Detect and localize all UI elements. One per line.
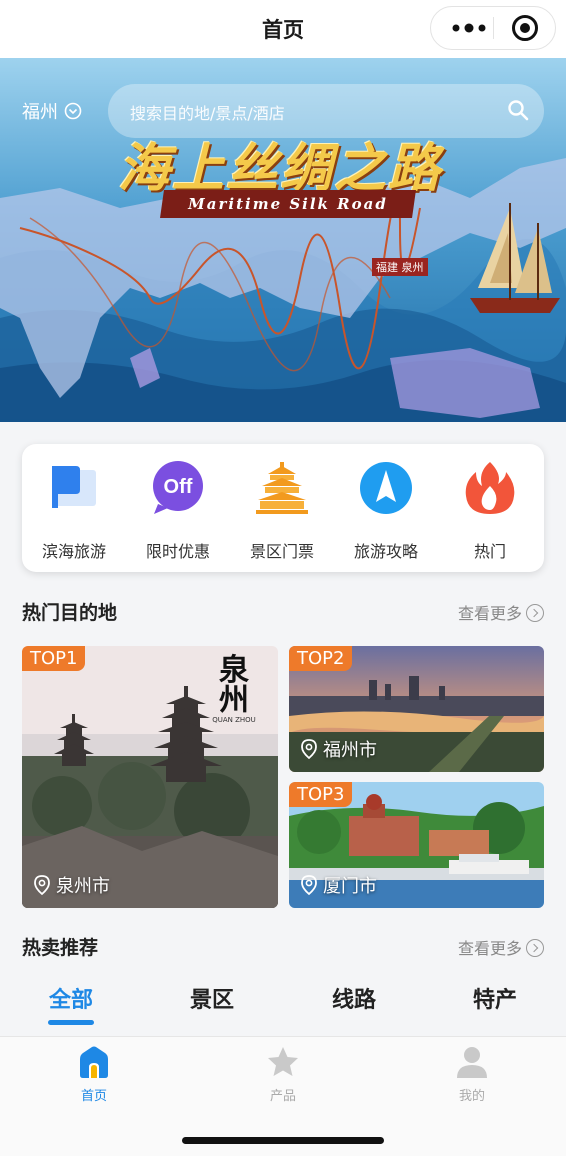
- tab-scenic[interactable]: 景区: [162, 982, 262, 1014]
- location-icon: [64, 102, 82, 120]
- view-more-label: 查看更多: [457, 604, 522, 623]
- city-name: 福州: [22, 102, 58, 123]
- more-icon[interactable]: [447, 13, 491, 43]
- tabbar-item-profile[interactable]: 我的: [412, 1045, 532, 1104]
- menu-label: 热门: [473, 542, 506, 561]
- map-location-tag: 福建 泉州: [372, 258, 428, 276]
- menu-label: 旅游攻略: [353, 542, 418, 561]
- chevron-right-icon: [526, 604, 544, 622]
- location-pin-icon: [34, 875, 50, 896]
- category-tabs: 全部 景区 线路 特产: [0, 978, 566, 1028]
- destination-card-quanzhou[interactable]: 泉州 QUAN ZHOU TOP1 泉州市: [22, 646, 278, 908]
- logo-subtext: QUAN ZHOU: [212, 716, 256, 724]
- svg-text:Off: Off: [164, 476, 193, 498]
- hot-sale-header: 热卖推荐 查看更多: [22, 933, 544, 961]
- capsule-divider: [493, 17, 494, 39]
- destination-card-fuzhou[interactable]: TOP2 福州市: [289, 646, 544, 772]
- search-placeholder: 搜索目的地/景点/酒店: [130, 104, 285, 123]
- location-pin-icon: [301, 739, 317, 760]
- view-more-label: 查看更多: [457, 939, 522, 958]
- menu-label: 景区门票: [249, 542, 314, 561]
- menu-item-travel-guide[interactable]: 旅游攻略: [334, 460, 438, 562]
- location-pin-icon: [301, 875, 317, 896]
- destination-card-xiamen[interactable]: TOP3 厦门市: [289, 782, 544, 908]
- flame-icon: [465, 462, 515, 514]
- active-tab-indicator: [48, 1020, 94, 1025]
- rank-badge: TOP2: [289, 646, 353, 671]
- temple-icon: [256, 462, 308, 514]
- destination-label: 厦门市: [301, 872, 377, 898]
- destination-name: 泉州市: [56, 876, 110, 897]
- section-title: 热门目的地: [22, 602, 118, 624]
- chevron-right-icon: [526, 939, 544, 957]
- menu-label: 限时优惠: [145, 542, 210, 561]
- tab-specialty[interactable]: 特产: [445, 982, 545, 1014]
- navigation-icon: [360, 462, 412, 514]
- destination-name: 厦门市: [323, 876, 377, 897]
- destination-label: 泉州市: [34, 872, 110, 898]
- rank-badge: TOP3: [289, 782, 353, 807]
- close-icon[interactable]: [511, 14, 539, 42]
- home-icon: [80, 1046, 108, 1078]
- logo-text: 泉州: [219, 653, 249, 718]
- tab-routes[interactable]: 线路: [304, 982, 404, 1014]
- quick-menu: 滨海旅游 Off 限时优惠 景区门票 旅游攻略 热门: [22, 444, 544, 572]
- home-indicator: [182, 1137, 384, 1144]
- tabbar-label: 首页: [80, 1089, 107, 1104]
- flag-icon: [52, 466, 96, 508]
- section-title: 热卖推荐: [22, 937, 99, 959]
- menu-item-limited-offer[interactable]: Off 限时优惠: [126, 460, 230, 562]
- star-icon: [268, 1047, 298, 1076]
- banner-subtitle-ribbon: Maritime Silk Road: [160, 190, 416, 218]
- menu-item-scenic-tickets[interactable]: 景区门票: [230, 460, 334, 562]
- city-selector[interactable]: 福州: [22, 98, 82, 124]
- mini-program-capsule: [430, 6, 556, 50]
- destination-label: 福州市: [301, 736, 377, 762]
- menu-item-hot[interactable]: 热门: [438, 460, 542, 562]
- hot-destinations-header: 热门目的地 查看更多: [22, 598, 544, 626]
- destination-name: 福州市: [323, 740, 377, 761]
- search-icon[interactable]: [506, 98, 530, 122]
- banner-subtitle: Maritime Silk Road: [188, 195, 388, 213]
- menu-item-coastal-travel[interactable]: 滨海旅游: [22, 460, 126, 562]
- tabbar-label: 产品: [269, 1089, 296, 1104]
- view-more-link[interactable]: 查看更多: [458, 600, 544, 624]
- tabbar-label: 我的: [458, 1089, 485, 1104]
- tabbar-item-home[interactable]: 首页: [34, 1045, 154, 1104]
- menu-label: 滨海旅游: [41, 542, 106, 561]
- tab-all[interactable]: 全部: [21, 982, 121, 1014]
- search-input[interactable]: 搜索目的地/景点/酒店: [108, 84, 544, 138]
- view-more-link[interactable]: 查看更多: [458, 935, 544, 959]
- quanzhou-logo: 泉州 QUAN ZHOU: [208, 653, 260, 725]
- tabbar-item-products[interactable]: 产品: [223, 1045, 343, 1104]
- user-icon: [457, 1047, 487, 1078]
- off-icon: Off: [153, 461, 203, 514]
- rank-badge: TOP1: [22, 646, 86, 671]
- nav-bar: 首页: [0, 0, 566, 58]
